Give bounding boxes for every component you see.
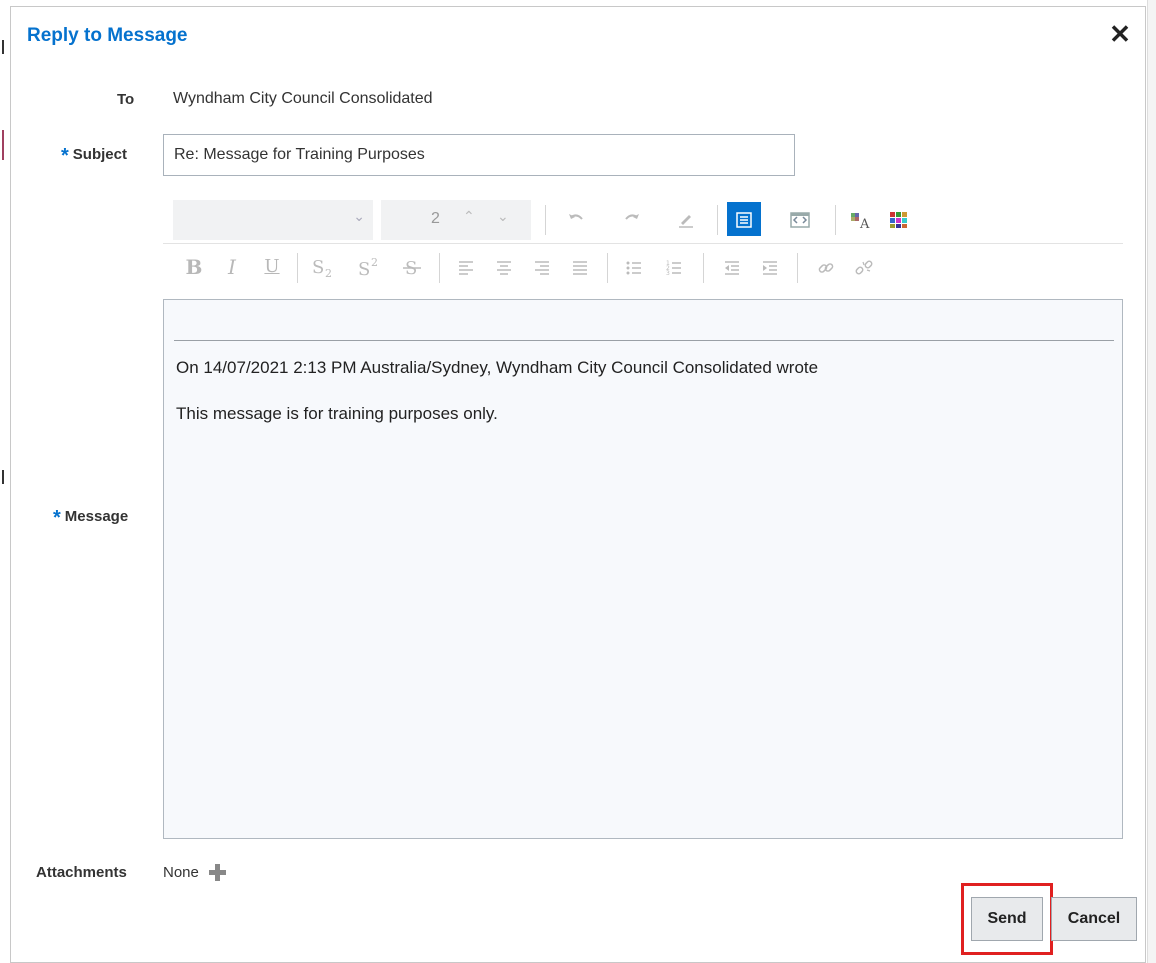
- link-icon[interactable]: [809, 250, 843, 284]
- background-fragment: [2, 470, 4, 484]
- justify-icon[interactable]: [563, 250, 597, 284]
- chevron-down-icon[interactable]: ⌄: [497, 208, 509, 225]
- background-color-icon[interactable]: [881, 202, 915, 236]
- svg-text:2: 2: [325, 267, 332, 279]
- svg-text:A: A: [859, 217, 870, 229]
- source-mode-icon[interactable]: [783, 202, 817, 236]
- redo-icon[interactable]: [615, 202, 649, 236]
- font-name-select[interactable]: ⌄: [173, 200, 373, 240]
- editor-toolbar-row-1: ⌄ 2 ⌃ ⌄ A: [163, 197, 1123, 244]
- svg-text:S: S: [312, 257, 324, 278]
- required-marker: *: [61, 145, 69, 167]
- cancel-button[interactable]: Cancel: [1051, 897, 1137, 941]
- rich-text-mode-icon[interactable]: [727, 202, 761, 236]
- underline-icon[interactable]: U: [255, 250, 289, 284]
- editor-toolbar-row-2: B I U S2 S2 S 123: [163, 245, 1123, 291]
- toolbar-divider: [439, 253, 440, 283]
- quote-body: This message is for training purposes on…: [176, 404, 498, 423]
- toolbar-divider: [835, 205, 836, 235]
- font-size-value: 2: [431, 210, 440, 227]
- background-page-left: [0, 0, 10, 963]
- numbered-list-icon[interactable]: 123: [657, 250, 691, 284]
- background-fragment: [2, 130, 4, 160]
- toolbar-divider: [607, 253, 608, 283]
- subject-input[interactable]: [163, 134, 795, 176]
- align-center-icon[interactable]: [487, 250, 521, 284]
- unlink-icon[interactable]: [847, 250, 881, 284]
- toolbar-divider: [797, 253, 798, 283]
- quote-divider: [174, 340, 1114, 341]
- undo-icon[interactable]: [559, 202, 593, 236]
- align-right-icon[interactable]: [525, 250, 559, 284]
- message-label: * Message: [53, 507, 128, 530]
- reply-dialog: Reply to Message ✕ To Wyndham City Counc…: [10, 6, 1146, 963]
- subject-label-text: Subject: [72, 146, 127, 163]
- close-icon[interactable]: ✕: [1107, 21, 1133, 47]
- attachments-label: Attachments: [36, 864, 127, 881]
- toolbar-divider: [703, 253, 704, 283]
- italic-icon[interactable]: I: [215, 250, 249, 284]
- svg-text:S: S: [358, 259, 370, 279]
- text-color-icon[interactable]: A: [843, 202, 877, 236]
- clear-format-icon[interactable]: [669, 202, 703, 236]
- toolbar-divider: [545, 205, 546, 235]
- subscript-icon[interactable]: S2: [307, 250, 341, 284]
- message-editor[interactable]: On 14/07/2021 2:13 PM Australia/Sydney, …: [163, 299, 1123, 839]
- chevron-down-icon: ⌄: [353, 208, 365, 224]
- toolbar-divider: [717, 205, 718, 235]
- svg-text:2: 2: [371, 257, 378, 269]
- quote-header: On 14/07/2021 2:13 PM Australia/Sydney, …: [176, 358, 819, 377]
- background-fragment: [2, 40, 4, 54]
- background-page-right: [1147, 0, 1156, 963]
- outdent-icon[interactable]: [715, 250, 749, 284]
- align-left-icon[interactable]: [449, 250, 483, 284]
- attachments-value: None: [163, 864, 199, 881]
- indent-icon[interactable]: [753, 250, 787, 284]
- dialog-title: Reply to Message: [27, 25, 188, 46]
- message-label-text: Message: [64, 508, 129, 525]
- toolbar-divider: [297, 253, 298, 283]
- superscript-icon[interactable]: S2: [353, 250, 387, 284]
- svg-text:3: 3: [666, 270, 670, 277]
- add-attachment-icon[interactable]: [207, 862, 227, 882]
- strikethrough-icon[interactable]: S: [395, 250, 429, 284]
- bold-icon[interactable]: B: [177, 250, 211, 284]
- bullet-list-icon[interactable]: [617, 250, 651, 284]
- subject-label: * Subject: [61, 145, 127, 168]
- to-label: To: [117, 91, 135, 108]
- chevron-up-icon[interactable]: ⌃: [463, 208, 475, 225]
- required-marker: *: [53, 507, 61, 529]
- send-button[interactable]: Send: [971, 897, 1043, 941]
- to-value: Wyndham City Council Consolidated: [173, 90, 433, 107]
- font-size-stepper[interactable]: 2 ⌃ ⌄: [381, 200, 531, 240]
